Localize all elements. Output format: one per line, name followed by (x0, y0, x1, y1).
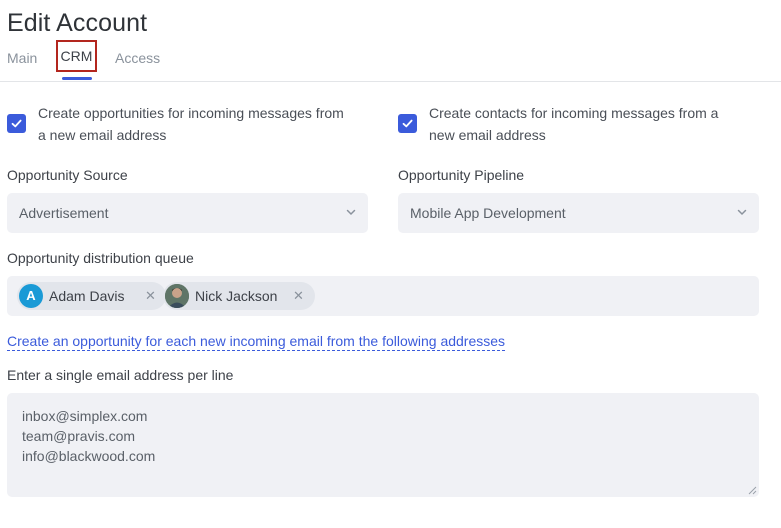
tab-crm[interactable]: CRM (56, 40, 97, 72)
resize-handle-icon[interactable] (748, 486, 757, 495)
opportunity-pipeline-label: Opportunity Pipeline (398, 167, 525, 183)
checkmark-icon (402, 119, 413, 128)
remove-member-icon[interactable]: ✕ (293, 288, 304, 304)
checkmark-icon (11, 119, 22, 128)
avatar (165, 284, 189, 308)
create-opportunities-label-line2: a new email address (38, 127, 167, 143)
distribution-queue-label: Opportunity distribution queue (7, 250, 194, 266)
tab-access[interactable]: Access (115, 50, 160, 66)
member-chip: Nick Jackson ✕ (163, 282, 315, 310)
email-line: info@blackwood.com (22, 448, 156, 464)
create-opportunities-label-line1: Create opportunities for incoming messag… (38, 105, 344, 121)
create-contacts-label-line1: Create contacts for incoming messages fr… (429, 105, 719, 121)
create-contacts-label: Create contacts for incoming messages fr… (429, 102, 718, 146)
create-opportunities-label: Create opportunities for incoming messag… (38, 102, 344, 146)
member-name: Nick Jackson (195, 288, 278, 304)
opportunity-pipeline-value: Mobile App Development (410, 205, 566, 221)
remove-member-icon[interactable]: ✕ (145, 288, 156, 304)
create-contacts-checkbox[interactable] (398, 114, 417, 133)
opportunity-source-value: Advertisement (19, 205, 109, 221)
email-line: team@pravis.com (22, 428, 136, 444)
user-photo-icon (165, 284, 189, 308)
member-name: Adam Davis (49, 288, 125, 304)
chevron-down-icon (737, 209, 747, 216)
tab-bar: Main CRM Access (0, 40, 781, 82)
create-contacts-label-line2: new email address (429, 127, 546, 143)
email-line: inbox@simplex.com (22, 408, 148, 424)
opportunity-pipeline-select[interactable]: Mobile App Development (398, 193, 759, 233)
opportunity-source-label: Opportunity Source (7, 167, 128, 183)
avatar: A (19, 284, 43, 308)
active-tab-indicator (62, 77, 92, 80)
tab-main[interactable]: Main (7, 50, 37, 66)
opportunity-source-select[interactable]: Advertisement (7, 193, 368, 233)
page-title: Edit Account (7, 9, 148, 37)
email-addresses-label: Enter a single email address per line (7, 367, 234, 383)
create-opportunities-checkbox[interactable] (7, 114, 26, 133)
member-chip: A Adam Davis ✕ (17, 282, 166, 310)
distribution-queue-input[interactable]: A Adam Davis ✕ Nick Jackson ✕ (7, 276, 759, 316)
email-addresses-textarea[interactable]: inbox@simplex.com team@pravis.com info@b… (7, 393, 759, 497)
create-opportunity-per-address-link[interactable]: Create an opportunity for each new incom… (7, 333, 506, 351)
chevron-down-icon (346, 209, 356, 216)
